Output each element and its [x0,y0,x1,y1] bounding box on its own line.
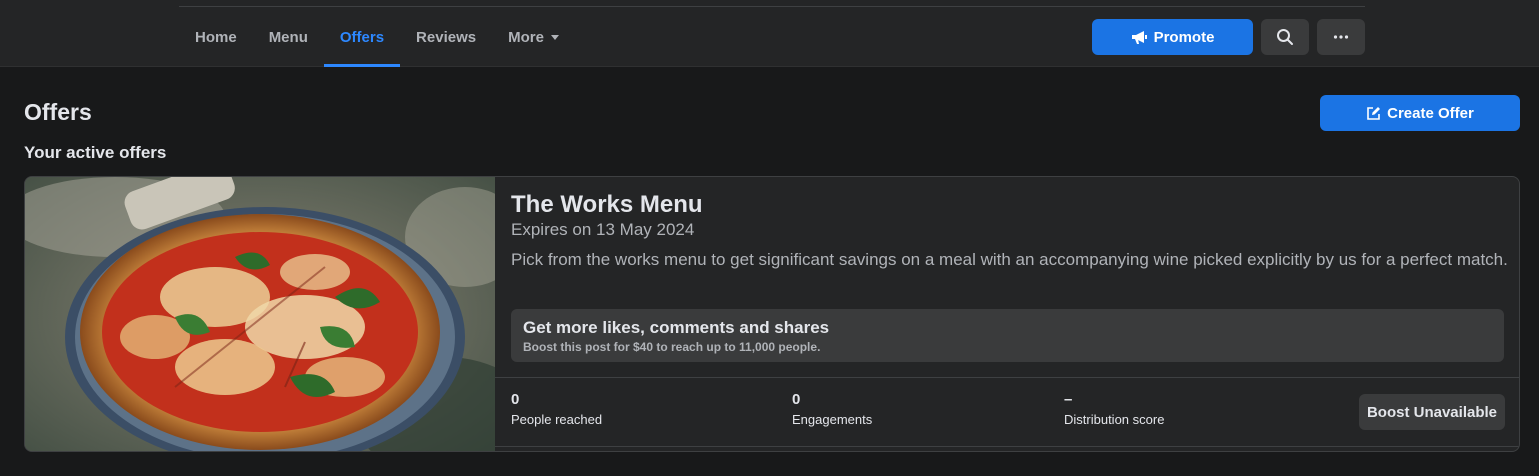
offer-card: The Works Menu Expires on 13 May 2024 Pi… [24,176,1520,452]
tab-label: Home [195,28,237,46]
stat-people-reached: 0 People reached [511,391,602,428]
tab-label: More [508,28,544,46]
stat-engagements: 0 Engagements [792,391,872,428]
offer-description: Pick from the works menu to get signific… [511,250,1508,269]
ellipsis-icon [1333,35,1349,39]
stat-value: – [1064,391,1073,408]
search-button[interactable] [1261,19,1309,55]
tab-label: Reviews [416,28,477,46]
boost-promo-subtitle: Boost this post for $40 to reach up to 1… [523,340,821,354]
offer-details: The Works Menu Expires on 13 May 2024 Pi… [511,191,1511,270]
stat-label: Engagements [792,412,873,427]
caret-down-icon [550,34,559,40]
tab-menu[interactable]: Menu [253,7,324,67]
boost-promo-title: Get more likes, comments and shares [523,318,830,337]
stat-label: Distribution score [1064,412,1165,427]
nav-tabs: Home Menu Offers Reviews More [179,7,575,67]
stat-value: 0 [792,391,801,408]
search-icon [1277,29,1293,45]
tab-home[interactable]: Home [179,7,253,67]
boost-unavailable-button[interactable]: Boost Unavailable [1359,394,1505,430]
stat-label: People reached [511,412,603,427]
promote-button[interactable]: Promote [1092,19,1253,55]
pizza-photo-illustration [25,177,495,451]
offer-stats: 0 People reached 0 Engagements – Distrib… [495,377,1519,447]
stat-value: 0 [511,391,520,408]
tab-label: Menu [268,28,308,46]
edit-icon [1367,106,1381,120]
tab-more[interactable]: More [492,7,575,67]
page-title: Offers [24,99,92,125]
more-options-button[interactable] [1317,19,1365,55]
offer-expiry: Expires on 13 May 2024 [511,220,695,239]
section-subtitle: Your active offers [24,143,167,162]
promote-label: Promote [1153,28,1215,46]
create-offer-label: Create Offer [1387,104,1474,122]
megaphone-icon [1131,30,1147,44]
create-offer-button[interactable]: Create Offer [1320,95,1520,131]
tab-reviews[interactable]: Reviews [400,7,492,67]
stat-distribution-score: – Distribution score [1064,391,1164,428]
offer-image [25,177,495,451]
offer-title: The Works Menu [511,191,703,218]
tab-offers[interactable]: Offers [323,7,401,67]
tab-label: Offers [339,28,385,46]
boost-promo-banner: Get more likes, comments and shares Boos… [511,309,1504,362]
page-nav-bar: Home Menu Offers Reviews More Promote [0,0,1539,67]
